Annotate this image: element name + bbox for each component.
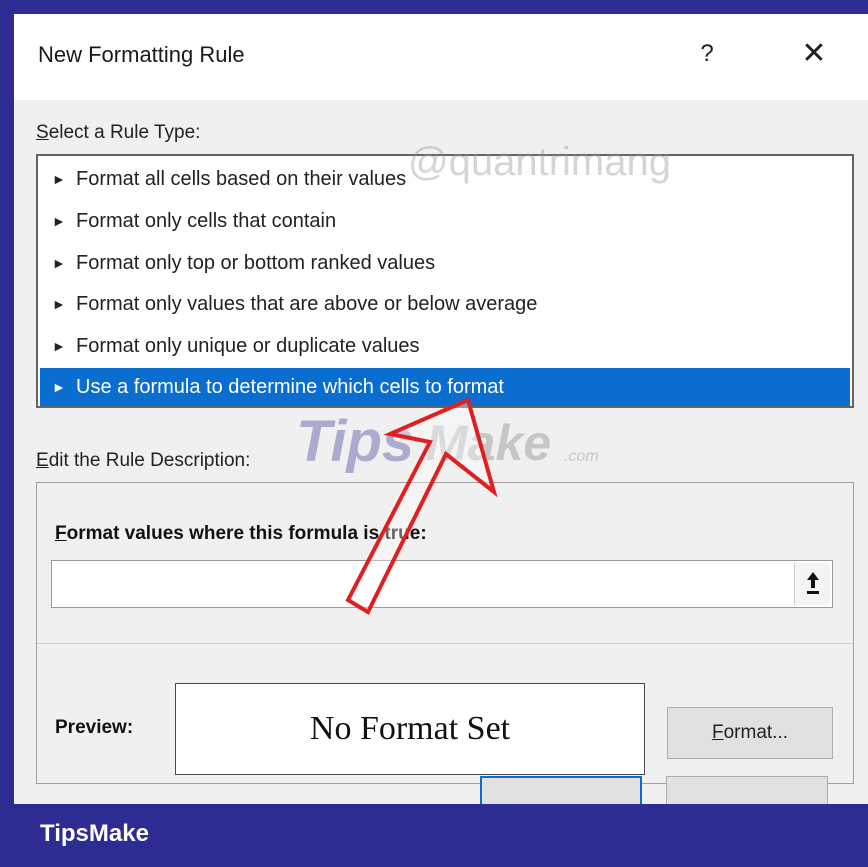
help-button[interactable]: ? xyxy=(690,36,724,72)
close-button[interactable]: ✕ xyxy=(794,36,834,72)
format-button-label: ormat... xyxy=(723,722,788,743)
separator xyxy=(37,643,853,644)
collapse-dialog-button[interactable] xyxy=(794,563,830,605)
rule-type-item[interactable]: ► Format only top or bottom ranked values xyxy=(40,244,850,282)
rule-description-label: Edit the Rule Description: xyxy=(36,450,250,472)
watermark-footer: TipsMake xyxy=(0,804,868,867)
rule-type-item-label: Use a formula to determine which cells t… xyxy=(76,376,504,398)
rule-description-text: dit the Rule Description: xyxy=(48,450,251,471)
bullet-icon: ► xyxy=(52,171,66,187)
watermark-frame-left xyxy=(0,0,14,867)
rule-type-item-label: Format all cells based on their values xyxy=(76,168,407,190)
rule-type-list[interactable]: ► Format all cells based on their values … xyxy=(36,154,854,408)
formula-label-text: ormat values where this formula is true: xyxy=(66,523,427,544)
rule-type-item-label: Format only unique or duplicate values xyxy=(76,335,420,357)
formula-label: Format values where this formula is true… xyxy=(55,523,427,545)
watermark-frame-top xyxy=(0,0,868,14)
rule-description-panel: Format values where this formula is true… xyxy=(36,482,854,784)
rule-type-label: Select a Rule Type: xyxy=(36,122,200,144)
formula-label-accelerator: F xyxy=(55,523,67,544)
preview-box: No Format Set xyxy=(175,683,645,775)
rule-type-item[interactable]: ► Format only unique or duplicate values xyxy=(40,327,850,365)
new-formatting-rule-dialog: New Formatting Rule ? ✕ Select a Rule Ty… xyxy=(14,14,868,804)
bullet-icon: ► xyxy=(52,379,66,395)
rule-type-item-label: Format only top or bottom ranked values xyxy=(76,252,436,274)
rule-type-item[interactable]: ► Format only cells that contain xyxy=(40,202,850,240)
rule-type-item-label: Format only values that are above or bel… xyxy=(76,293,538,315)
upload-arrow-icon xyxy=(807,572,819,594)
rule-description-accelerator: E xyxy=(36,450,49,471)
rule-type-item-selected[interactable]: ► Use a formula to determine which cells … xyxy=(40,368,850,406)
dialog-title: New Formatting Rule xyxy=(38,42,245,67)
format-button-accelerator: F xyxy=(711,722,724,743)
formula-input[interactable] xyxy=(51,560,833,608)
rule-type-item-label: Format only cells that contain xyxy=(76,210,337,232)
bullet-icon: ► xyxy=(52,296,66,312)
bullet-icon: ► xyxy=(52,213,66,229)
rule-type-item[interactable]: ► Format only values that are above or be… xyxy=(40,285,850,323)
bullet-icon: ► xyxy=(52,338,66,354)
bullet-icon: ► xyxy=(52,255,66,271)
rule-type-item[interactable]: ► Format all cells based on their values xyxy=(40,160,850,198)
preview-label: Preview: xyxy=(55,717,134,738)
rule-type-label-text: elect a Rule Type: xyxy=(48,122,201,143)
watermark-brand: TipsMake xyxy=(40,820,149,847)
rule-type-label-accelerator: S xyxy=(36,122,49,143)
format-button[interactable]: Format... xyxy=(667,707,833,759)
title-bar: New Formatting Rule ? ✕ xyxy=(14,14,868,100)
